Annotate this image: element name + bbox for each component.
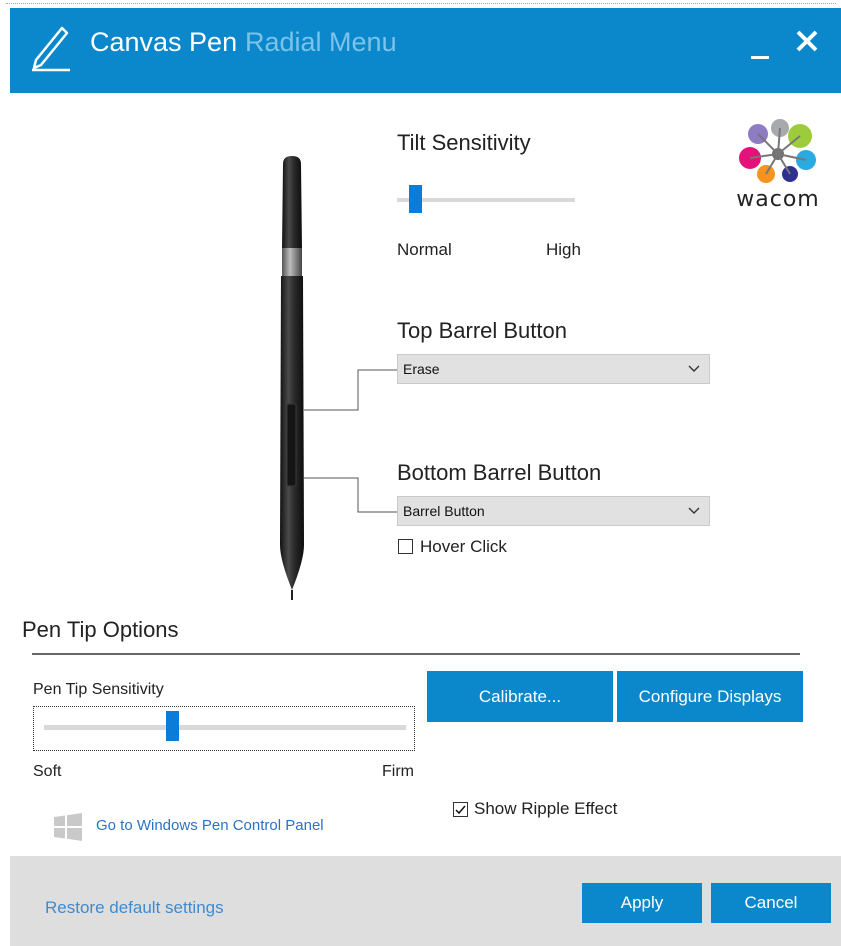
configure-displays-button[interactable]: Configure Displays xyxy=(617,671,803,722)
tilt-min-label: Normal xyxy=(397,240,452,259)
pen-icon xyxy=(32,26,70,72)
minimize-icon[interactable] xyxy=(742,22,780,62)
top-barrel-selected: Erase xyxy=(403,361,440,377)
show-ripple-label[interactable]: Show Ripple Effect xyxy=(474,799,617,819)
hover-click-checkbox[interactable] xyxy=(398,539,413,554)
tilt-max-label: High xyxy=(546,240,581,259)
wacom-logo: wacom xyxy=(736,119,819,212)
bottom-barrel-title: Bottom Barrel Button xyxy=(397,460,602,485)
hover-click-label[interactable]: Hover Click xyxy=(420,537,507,557)
cancel-button[interactable]: Cancel xyxy=(711,883,831,923)
slider-track xyxy=(44,725,406,730)
top-dotted-line xyxy=(0,0,841,8)
bottom-barrel-dropdown[interactable]: Barrel Button xyxy=(397,496,710,526)
show-ripple-checkbox[interactable] xyxy=(453,802,468,817)
calibrate-button[interactable]: Calibrate... xyxy=(427,671,613,722)
restore-defaults-link[interactable]: Restore default settings xyxy=(45,898,224,918)
tab-radial-menu[interactable]: Radial Menu xyxy=(245,27,397,58)
bottom-barrel-selected: Barrel Button xyxy=(403,503,485,519)
top-barrel-title: Top Barrel Button xyxy=(397,318,567,343)
pen-tip-min-label: Soft xyxy=(33,763,62,780)
top-barrel-dropdown[interactable]: Erase xyxy=(397,354,710,384)
chevron-down-icon xyxy=(688,507,700,514)
close-icon[interactable] xyxy=(790,24,824,58)
pen-tip-sensitivity-label: Pen Tip Sensitivity xyxy=(33,681,164,698)
windows-pen-control-panel-link[interactable]: Go to Windows Pen Control Panel xyxy=(96,817,324,834)
checkmark-icon xyxy=(455,805,466,815)
slider-thumb[interactable] xyxy=(166,711,179,741)
svg-text:wacom: wacom xyxy=(736,187,819,212)
apply-button[interactable]: Apply xyxy=(582,883,702,923)
pen-tip-max-label: Firm xyxy=(382,763,414,780)
button-connector-lines xyxy=(304,369,397,513)
pen-tip-options-title: Pen Tip Options xyxy=(22,617,179,642)
slider-thumb[interactable] xyxy=(409,185,422,213)
pen-tip-sensitivity-slider[interactable] xyxy=(33,706,415,751)
slider-track xyxy=(397,198,575,202)
windows-logo-icon xyxy=(54,813,82,841)
chevron-down-icon xyxy=(688,365,700,372)
tilt-sensitivity-title: Tilt Sensitivity xyxy=(397,130,531,155)
section-divider xyxy=(32,653,800,655)
tilt-sensitivity-slider[interactable] xyxy=(397,182,577,218)
window-title: Canvas Pen xyxy=(90,27,238,57)
